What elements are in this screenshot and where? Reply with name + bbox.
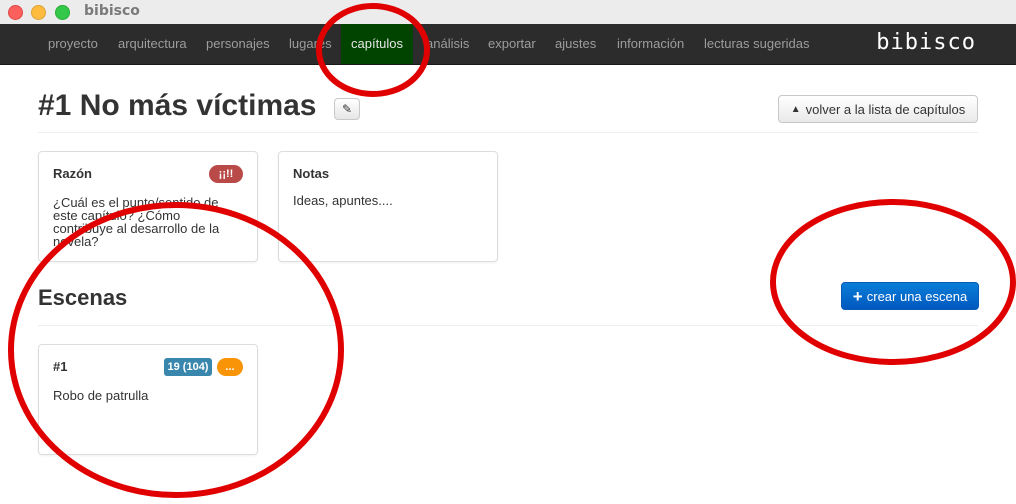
- notes-card[interactable]: Notas Ideas, apuntes....: [278, 151, 498, 262]
- scenes-divider: [38, 325, 978, 326]
- back-button-label: volver a la lista de capítulos: [805, 101, 966, 117]
- create-scene-button[interactable]: + crear una escena: [841, 282, 979, 310]
- scene-card[interactable]: #1 19 (104) ... Robo de patrulla: [38, 344, 258, 455]
- nav-personajes[interactable]: personajes: [206, 24, 270, 64]
- reason-warning-badge: ¡¡!!: [209, 165, 243, 183]
- notes-card-text: Ideas, apuntes....: [293, 193, 393, 208]
- plus-icon: +: [852, 286, 863, 306]
- window-titlebar: bibisco: [0, 0, 1016, 25]
- chevron-up-icon: ▲: [790, 103, 801, 115]
- minimize-window-button[interactable]: [31, 5, 46, 20]
- scene-status-badge[interactable]: ...: [217, 358, 243, 376]
- reason-text-line: novela?: [53, 234, 99, 249]
- nav-informacion[interactable]: información: [617, 24, 684, 64]
- create-scene-label: crear una escena: [866, 288, 968, 304]
- header-divider: [38, 132, 978, 133]
- reason-card-title: Razón: [53, 166, 92, 181]
- scene-card-text: Robo de patrulla: [53, 388, 149, 403]
- main-navbar: proyecto arquitectura personajes lugares…: [0, 24, 1016, 65]
- close-window-button[interactable]: [8, 5, 23, 20]
- nav-lecturas-sugeridas[interactable]: lecturas sugeridas: [704, 24, 810, 64]
- nav-ajustes[interactable]: ajustes: [555, 24, 596, 64]
- reason-card-text: ¿Cuál es el punto/sentido de este capítu…: [53, 196, 219, 248]
- edit-title-button[interactable]: ✎: [334, 98, 360, 120]
- nav-arquitectura[interactable]: arquitectura: [118, 24, 187, 64]
- nav-exportar[interactable]: exportar: [488, 24, 536, 64]
- nav-proyecto[interactable]: proyecto: [48, 24, 98, 64]
- window-title: bibisco: [84, 3, 140, 19]
- maximize-window-button[interactable]: [55, 5, 70, 20]
- chapter-title: #1 No más víctimas: [38, 89, 317, 122]
- nav-analisis[interactable]: análisis: [426, 24, 469, 64]
- pencil-icon: ✎: [341, 102, 353, 116]
- scenes-title: Escenas: [38, 285, 128, 310]
- scene-word-count-badge: 19 (104): [164, 358, 212, 376]
- nav-capitulos[interactable]: capítulos: [341, 24, 414, 64]
- notes-card-title: Notas: [293, 166, 330, 181]
- nav-lugares[interactable]: lugares: [289, 24, 332, 64]
- brand-logo: bibisco: [876, 30, 976, 55]
- back-to-chapters-button[interactable]: ▲ volver a la lista de capítulos: [778, 95, 978, 123]
- reason-card[interactable]: Razón ¡¡!! ¿Cuál es el punto/sentido de …: [38, 151, 258, 262]
- scene-card-title: #1: [53, 359, 68, 374]
